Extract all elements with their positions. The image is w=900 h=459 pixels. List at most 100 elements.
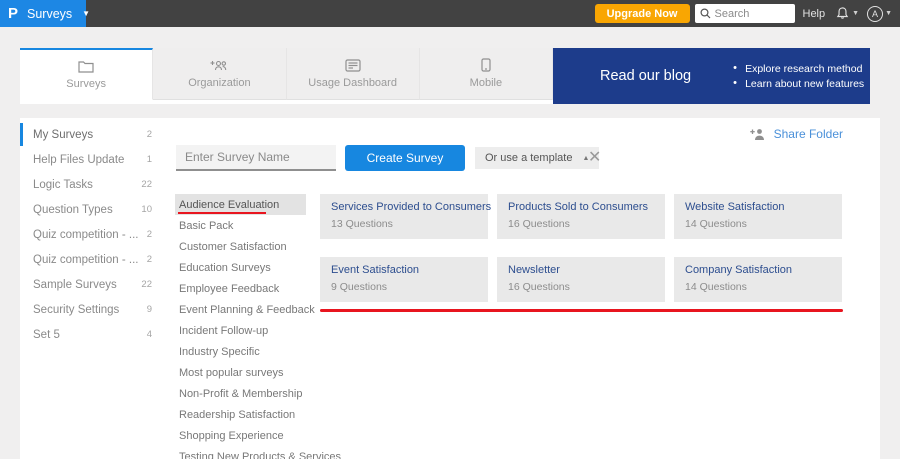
template-card-company-satisfaction[interactable]: Company Satisfaction 14 Questions xyxy=(674,257,842,302)
category-label: Customer Satisfaction xyxy=(179,240,287,253)
category-label: Readership Satisfaction xyxy=(179,408,296,421)
category-label: Education Surveys xyxy=(179,261,271,274)
chevron-down-icon: ▼ xyxy=(82,9,91,18)
search-input[interactable] xyxy=(714,7,790,20)
template-card-newsletter[interactable]: Newsletter 16 Questions xyxy=(497,257,665,302)
people-add-icon xyxy=(210,59,228,72)
content-panel: My Surveys 2 Help Files Update 1 Logic T… xyxy=(20,118,880,459)
avatar: A xyxy=(867,5,884,22)
sidebar-item-quiz-competition-1[interactable]: Quiz competition - ... 2 xyxy=(20,222,162,247)
chevron-down-icon: ▼ xyxy=(885,10,892,17)
tab-surveys[interactable]: Surveys xyxy=(20,48,154,100)
create-survey-button[interactable]: Create Survey xyxy=(345,145,465,171)
sidebar-item-count: 2 xyxy=(146,254,152,265)
category-testing-new-products-services[interactable]: Testing New Products & Services xyxy=(175,446,341,459)
tab-usage-dashboard[interactable]: Usage Dashboard xyxy=(286,48,420,100)
folder-sidebar: My Surveys 2 Help Files Update 1 Logic T… xyxy=(20,122,162,347)
category-most-popular-surveys[interactable]: Most popular surveys xyxy=(175,362,306,383)
sidebar-item-sample-surveys[interactable]: Sample Surveys 22 xyxy=(20,272,162,297)
category-label: Basic Pack xyxy=(179,219,234,232)
search-icon xyxy=(699,8,711,19)
read-blog-banner[interactable]: Read our blog Explore research method Le… xyxy=(553,48,870,104)
chevron-down-icon: ▼ xyxy=(852,10,860,17)
template-title: Services Provided to Consumers xyxy=(331,201,492,213)
use-template-dropdown[interactable]: Or use a template ▲ xyxy=(475,147,600,169)
category-label: Audience Evaluation xyxy=(179,198,280,211)
sidebar-item-label: Security Settings xyxy=(33,303,120,316)
template-question-count: 9 Questions xyxy=(331,281,388,293)
template-title: Company Satisfaction xyxy=(685,264,792,276)
sidebar-item-count: 1 xyxy=(146,154,152,165)
blog-bullet: Learn about new features xyxy=(733,77,864,90)
tab-label: Usage Dashboard xyxy=(308,76,397,89)
account-menu[interactable]: A ▼ xyxy=(867,5,892,22)
topbar: P Surveys ▼ Upgrade Now Help ▼ A ▼ xyxy=(0,0,900,27)
sidebar-item-question-types[interactable]: Question Types 10 xyxy=(20,197,162,222)
upgrade-now-button[interactable]: Upgrade Now xyxy=(594,4,690,23)
blog-bullet-list: Explore research method Learn about new … xyxy=(733,60,864,93)
category-event-planning-feedback[interactable]: Event Planning & Feedback xyxy=(175,299,315,320)
topbar-search[interactable] xyxy=(694,4,795,23)
sidebar-item-label: Sample Surveys xyxy=(33,278,117,291)
category-label: Testing New Products & Services xyxy=(179,450,342,459)
blog-bullet: Explore research method xyxy=(733,62,864,75)
template-question-count: 14 Questions xyxy=(685,218,747,230)
tab-label: Organization xyxy=(188,76,251,89)
category-basic-pack[interactable]: Basic Pack xyxy=(175,215,306,236)
category-label: Employee Feedback xyxy=(179,282,280,295)
category-non-profit-membership[interactable]: Non-Profit & Membership xyxy=(175,383,306,404)
app-menu-label: Surveys xyxy=(27,6,73,21)
category-shopping-experience[interactable]: Shopping Experience xyxy=(175,425,306,446)
sidebar-item-count: 22 xyxy=(141,279,152,290)
category-label: Non-Profit & Membership xyxy=(179,387,303,400)
tab-organization[interactable]: Organization xyxy=(153,48,287,100)
category-label: Industry Specific xyxy=(179,345,260,358)
close-icon[interactable]: ✕ xyxy=(588,147,601,169)
sidebar-item-help-files-update[interactable]: Help Files Update 1 xyxy=(20,147,162,172)
notifications-menu[interactable]: ▼ xyxy=(835,6,859,21)
category-customer-satisfaction[interactable]: Customer Satisfaction xyxy=(175,236,306,257)
sidebar-item-quiz-competition-2[interactable]: Quiz competition - ... 2 xyxy=(20,247,162,272)
category-audience-evaluation[interactable]: Audience Evaluation xyxy=(175,194,306,215)
sidebar-item-count: 9 xyxy=(146,304,152,315)
template-title: Products Sold to Consumers xyxy=(508,201,649,213)
help-link[interactable]: Help xyxy=(803,8,826,20)
sidebar-item-set-5[interactable]: Set 5 4 xyxy=(20,322,162,347)
template-card-event-satisfaction[interactable]: Event Satisfaction 9 Questions xyxy=(320,257,488,302)
template-card-website-satisfaction[interactable]: Website Satisfaction 14 Questions xyxy=(674,194,842,239)
category-label: Most popular surveys xyxy=(179,366,284,379)
sidebar-item-count: 2 xyxy=(146,229,152,240)
sidebar-item-logic-tasks[interactable]: Logic Tasks 22 xyxy=(20,172,162,197)
template-title: Website Satisfaction xyxy=(685,201,785,213)
app-switcher[interactable]: P Surveys ▼ xyxy=(0,0,90,27)
survey-name-input[interactable] xyxy=(176,145,336,171)
share-folder-button[interactable]: Share Folder xyxy=(749,127,843,141)
blog-banner-title: Read our blog xyxy=(600,68,692,84)
share-folder-label: Share Folder xyxy=(773,127,843,141)
template-title: Newsletter xyxy=(508,264,560,276)
main-tabs: Surveys Organization Usage Dashboard Mob… xyxy=(20,48,553,104)
category-label: Event Planning & Feedback xyxy=(179,303,315,316)
category-employee-feedback[interactable]: Employee Feedback xyxy=(175,278,306,299)
tab-mobile[interactable]: Mobile xyxy=(419,48,553,100)
template-question-count: 13 Questions xyxy=(331,218,393,230)
category-industry-specific[interactable]: Industry Specific xyxy=(175,341,306,362)
sidebar-item-security-settings[interactable]: Security Settings 9 xyxy=(20,297,162,322)
template-card-products-sold[interactable]: Products Sold to Consumers 16 Questions xyxy=(497,194,665,239)
category-education-surveys[interactable]: Education Surveys xyxy=(175,257,306,278)
sidebar-item-my-surveys[interactable]: My Surveys 2 xyxy=(20,122,162,147)
bell-icon xyxy=(835,6,850,21)
sidebar-item-label: Quiz competition - ... xyxy=(33,228,139,241)
mobile-icon xyxy=(481,58,491,72)
sidebar-item-count: 4 xyxy=(146,329,152,340)
template-card-services-provided[interactable]: Services Provided to Consumers 13 Questi… xyxy=(320,194,492,239)
dashboard-icon xyxy=(345,58,361,72)
template-title: Event Satisfaction xyxy=(331,264,420,276)
category-readership-satisfaction[interactable]: Readership Satisfaction xyxy=(175,404,306,425)
proprofs-logo: P xyxy=(8,5,19,22)
template-card-grid: Services Provided to Consumers 13 Questi… xyxy=(320,194,866,302)
category-incident-follow-up[interactable]: Incident Follow-up xyxy=(175,320,306,341)
sidebar-item-label: Help Files Update xyxy=(33,153,125,166)
tab-label: Mobile xyxy=(469,77,503,89)
sidebar-item-count: 22 xyxy=(141,179,152,190)
